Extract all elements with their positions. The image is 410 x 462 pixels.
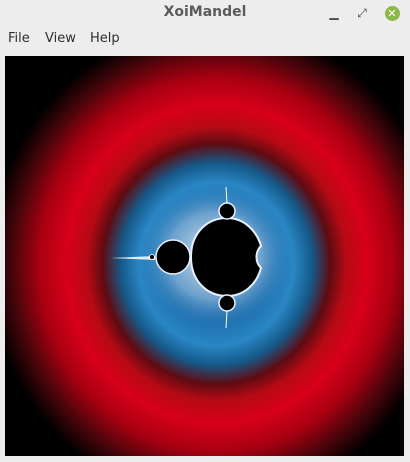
menu-file[interactable]: File bbox=[8, 31, 30, 46]
title-bar[interactable]: XoiMandel ▁ ⤢ ✕ bbox=[0, 0, 410, 26]
maximize-icon: ⤢ bbox=[357, 6, 367, 20]
fractal-bulb-bottom bbox=[218, 294, 236, 312]
minimize-icon: ▁ bbox=[329, 6, 339, 20]
maximize-button[interactable]: ⤢ bbox=[352, 3, 372, 23]
menu-bar: File View Help bbox=[0, 27, 410, 51]
menu-view[interactable]: View bbox=[45, 31, 76, 46]
fractal-mini-bulb bbox=[149, 254, 155, 260]
window-title: XoiMandel bbox=[163, 4, 247, 20]
close-icon: ✕ bbox=[384, 5, 400, 21]
menu-help[interactable]: Help bbox=[90, 31, 120, 46]
mandelbrot-canvas[interactable] bbox=[5, 56, 404, 456]
close-button[interactable]: ✕ bbox=[382, 3, 402, 23]
minimize-button[interactable]: ▁ bbox=[324, 3, 344, 23]
fractal-bulb-top bbox=[218, 202, 236, 220]
fractal-cardioid bbox=[189, 216, 263, 298]
fractal-render bbox=[110, 184, 293, 329]
fractal-antenna bbox=[110, 256, 155, 260]
fractal-bulb-left bbox=[155, 239, 191, 275]
